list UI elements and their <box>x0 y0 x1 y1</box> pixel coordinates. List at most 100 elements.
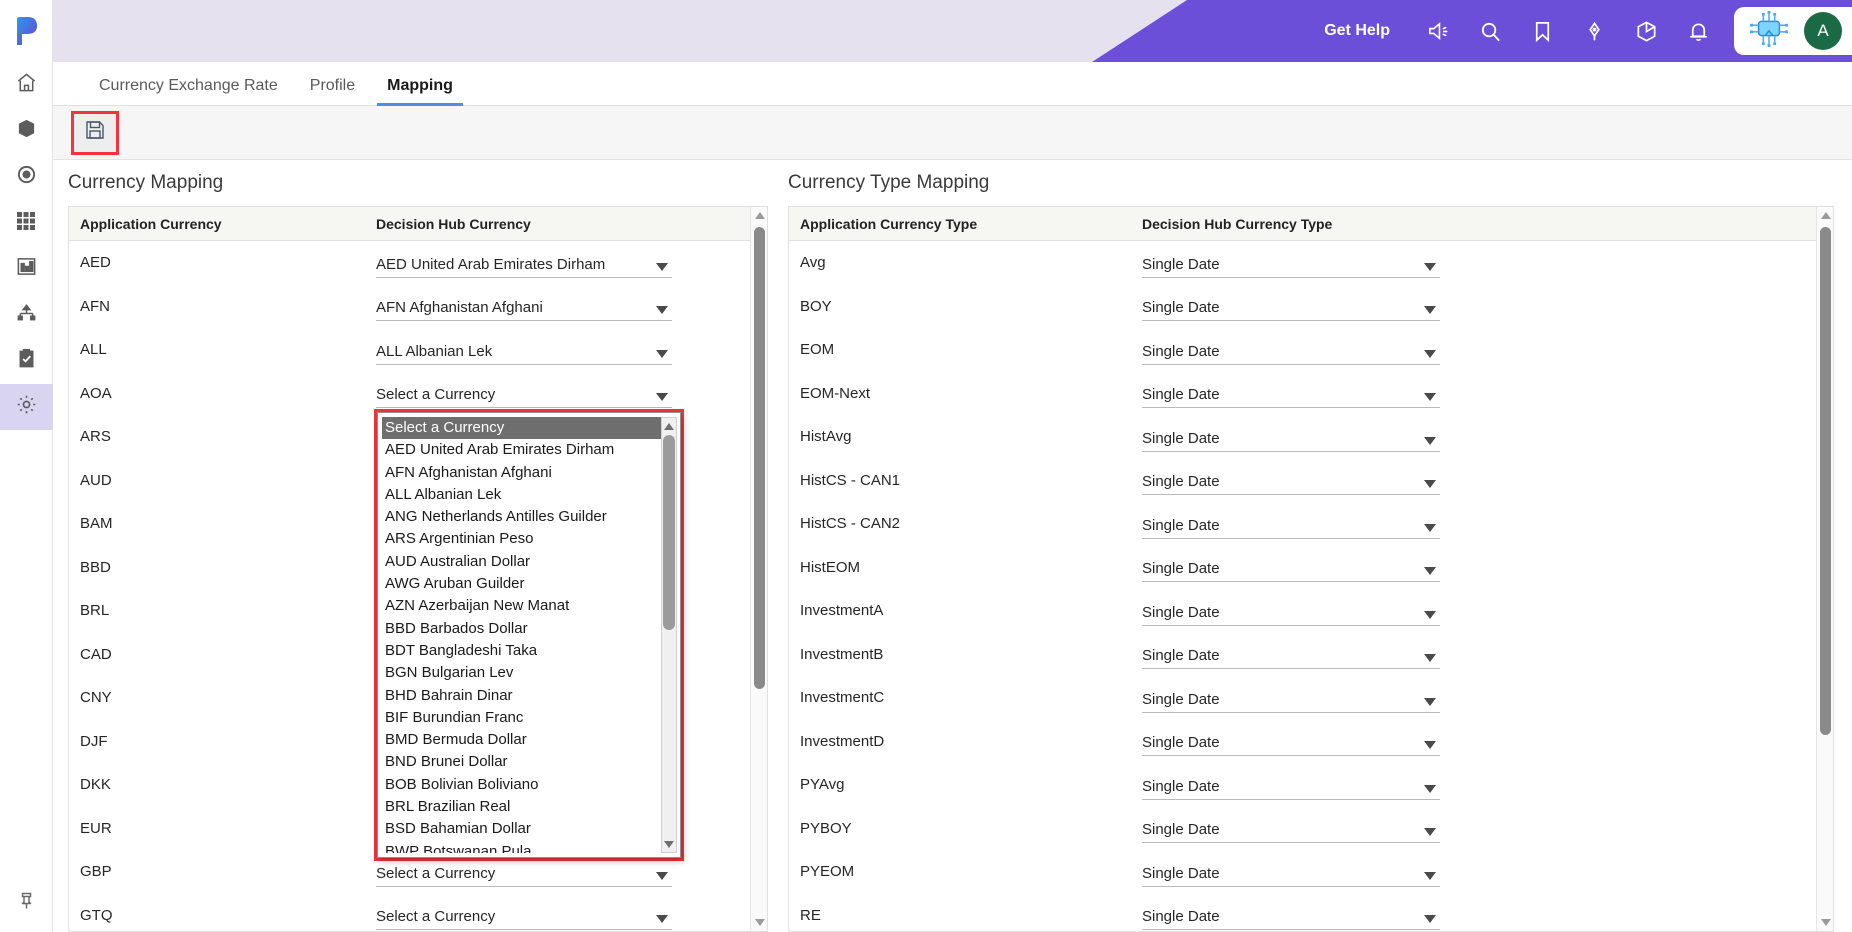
decision-hub-currency-select[interactable]: Select a Currency <box>376 378 672 409</box>
sidebar-item-target[interactable] <box>0 154 53 200</box>
currency-mapping-scrollbar[interactable] <box>750 207 767 931</box>
dropdown-option[interactable]: BBD Barbados Dollar <box>382 618 661 640</box>
dropdown-scroll-up-icon[interactable] <box>662 419 676 433</box>
decision-hub-currency-type-select[interactable]: Single Date <box>1142 900 1440 931</box>
chevron-down-icon[interactable] <box>1424 654 1436 663</box>
scroll-up-arrow-icon[interactable] <box>751 207 767 224</box>
dropdown-option[interactable]: AUD Australian Dollar <box>382 551 661 573</box>
chevron-down-icon[interactable] <box>656 915 668 924</box>
decision-hub-currency-type-select[interactable]: Single Date <box>1142 248 1440 278</box>
decision-hub-currency-select[interactable]: AED United Arab Emirates Dirham <box>376 248 672 278</box>
chevron-down-icon[interactable] <box>1424 349 1436 358</box>
dropdown-option[interactable]: ANG Netherlands Antilles Guilder <box>382 506 661 528</box>
tab-mapping[interactable]: Mapping <box>371 77 469 106</box>
dropdown-scrollbar-thumb[interactable] <box>663 435 675 630</box>
dropdown-option[interactable]: AFN Afghanistan Afghani <box>382 462 661 484</box>
chevron-down-icon[interactable] <box>1424 480 1436 489</box>
decision-hub-currency-select[interactable]: AFN Afghanistan Afghani <box>376 291 672 322</box>
sidebar-item-reports[interactable] <box>0 246 53 292</box>
sidebar-item-package[interactable] <box>0 108 53 154</box>
decision-hub-currency-select[interactable]: Select a Currency <box>376 900 672 931</box>
dropdown-option[interactable]: AWG Aruban Guilder <box>382 573 661 595</box>
decision-hub-currency-type-select[interactable]: Single Date <box>1142 509 1440 539</box>
decision-hub-currency-type-select[interactable]: Single Date <box>1142 639 1440 670</box>
chevron-down-icon[interactable] <box>1424 306 1436 315</box>
decision-hub-currency-type-select[interactable]: Single Date <box>1142 422 1440 452</box>
chevron-down-icon[interactable] <box>1424 567 1436 576</box>
dropdown-option[interactable]: Select a Currency <box>382 417 661 440</box>
pushpin-icon[interactable] <box>0 870 53 932</box>
scrollbar-thumb[interactable] <box>754 227 765 689</box>
chevron-down-icon[interactable] <box>656 349 668 358</box>
scrollbar-thumb[interactable] <box>1820 227 1831 735</box>
dropdown-option[interactable]: BND Brunei Dollar <box>382 751 661 773</box>
chevron-down-icon[interactable] <box>1424 697 1436 706</box>
decision-hub-currency-type-select[interactable]: Single Date <box>1142 552 1440 583</box>
app-logo[interactable] <box>0 0 52 62</box>
chevron-down-icon[interactable] <box>656 306 668 315</box>
decision-hub-currency-type-select[interactable]: Single Date <box>1142 770 1440 800</box>
sidebar-item-tasks[interactable] <box>0 338 53 384</box>
scroll-down-arrow-icon[interactable] <box>751 914 767 931</box>
chevron-down-icon[interactable] <box>656 871 668 880</box>
chevron-down-icon[interactable] <box>1424 741 1436 750</box>
decision-hub-currency-type-select[interactable]: Single Date <box>1142 857 1440 887</box>
scroll-down-arrow-icon[interactable] <box>1817 914 1833 931</box>
dropdown-option[interactable]: BOB Bolivian Boliviano <box>382 774 661 796</box>
chevron-down-icon[interactable] <box>1424 871 1436 880</box>
chevron-down-icon[interactable] <box>1424 610 1436 619</box>
dropdown-option[interactable]: BGN Bulgarian Lev <box>382 662 661 684</box>
sidebar-item-hierarchy[interactable] <box>0 292 53 338</box>
decision-hub-currency-select[interactable]: ALL Albanian Lek <box>376 335 672 365</box>
search-icon[interactable] <box>1464 0 1516 62</box>
compass-icon[interactable] <box>1568 0 1620 62</box>
tab-profile[interactable]: Profile <box>294 77 371 105</box>
save-button[interactable] <box>71 110 119 155</box>
scroll-up-arrow-icon[interactable] <box>1817 207 1833 224</box>
dropdown-option[interactable]: BWP Botswanan Pula <box>382 841 661 853</box>
chevron-down-icon[interactable] <box>656 262 668 271</box>
avatar[interactable]: A <box>1804 12 1842 50</box>
dropdown-option[interactable]: BDT Bangladeshi Taka <box>382 640 661 662</box>
dropdown-scrollbar[interactable] <box>661 417 677 853</box>
currency-dropdown-options[interactable]: Select a Currency AED United Arab Emirate… <box>382 417 661 853</box>
package-icon[interactable] <box>1620 0 1672 62</box>
bookmark-icon[interactable] <box>1516 0 1568 62</box>
dropdown-option[interactable]: AZN Azerbaijan New Manat <box>382 595 661 617</box>
currency-type-mapping-scrollbar[interactable] <box>1816 207 1833 931</box>
decision-hub-currency-type-select[interactable]: Single Date <box>1142 291 1440 322</box>
chevron-down-icon[interactable] <box>1424 262 1436 271</box>
decision-hub-currency-type-select[interactable]: Single Date <box>1142 813 1440 844</box>
dropdown-option[interactable]: BMD Bermuda Dollar <box>382 729 661 751</box>
chevron-down-icon[interactable] <box>1424 828 1436 837</box>
sidebar-item-settings[interactable] <box>0 384 53 430</box>
chevron-down-icon[interactable] <box>1424 915 1436 924</box>
get-help-link[interactable]: Get Help <box>1324 22 1390 40</box>
dropdown-option[interactable]: BRL Brazilian Real <box>382 796 661 818</box>
chevron-down-icon[interactable] <box>1424 523 1436 532</box>
decision-hub-currency-type-select[interactable]: Single Date <box>1142 683 1440 713</box>
decision-hub-currency-select[interactable]: Select a Currency <box>376 857 672 887</box>
currency-dropdown-popup[interactable]: Select a Currency AED United Arab Emirate… <box>374 409 684 861</box>
chevron-down-icon[interactable] <box>1424 436 1436 445</box>
announcement-icon[interactable] <box>1412 0 1464 62</box>
dropdown-scroll-down-icon[interactable] <box>662 837 676 851</box>
decision-hub-currency-type-select[interactable]: Single Date <box>1142 378 1440 409</box>
chevron-down-icon[interactable] <box>1424 784 1436 793</box>
dropdown-option[interactable]: AED United Arab Emirates Dirham <box>382 439 661 461</box>
dropdown-option[interactable]: ALL Albanian Lek <box>382 484 661 506</box>
ai-chip-icon[interactable] <box>1748 10 1790 52</box>
chevron-down-icon[interactable] <box>656 393 668 402</box>
chevron-down-icon[interactable] <box>1424 393 1436 402</box>
tab-currency-exchange-rate[interactable]: Currency Exchange Rate <box>83 77 294 105</box>
decision-hub-currency-type-select[interactable]: Single Date <box>1142 596 1440 626</box>
decision-hub-currency-type-select[interactable]: Single Date <box>1142 335 1440 365</box>
decision-hub-currency-type-select[interactable]: Single Date <box>1142 726 1440 757</box>
sidebar-item-home[interactable] <box>0 62 53 108</box>
dropdown-option[interactable]: BSD Bahamian Dollar <box>382 818 661 840</box>
dropdown-option[interactable]: ARS Argentinian Peso <box>382 528 661 550</box>
decision-hub-currency-type-select[interactable]: Single Date <box>1142 465 1440 496</box>
sidebar-item-grid[interactable] <box>0 200 53 246</box>
dropdown-option[interactable]: BIF Burundian Franc <box>382 707 661 729</box>
dropdown-option[interactable]: BHD Bahrain Dinar <box>382 685 661 707</box>
